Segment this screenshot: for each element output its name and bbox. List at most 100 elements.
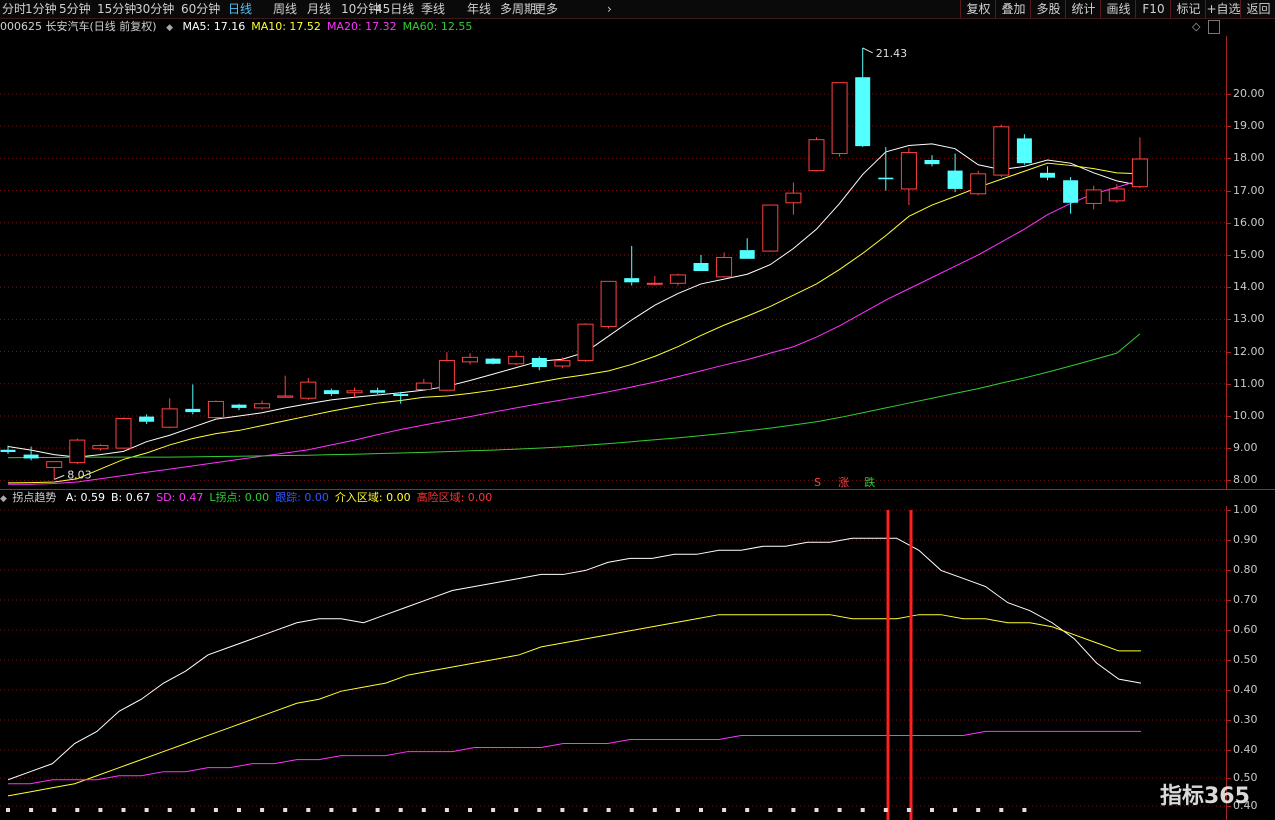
candle[interactable] [185,384,201,415]
toolbar-button-0[interactable]: 复权 [960,0,996,18]
tab-period-10[interactable]: 45日线 [375,1,414,17]
indicator-chart[interactable] [0,506,1226,820]
bottom-marker [190,808,195,812]
candle[interactable] [370,387,386,395]
collapse-icon[interactable]: ◆ [166,23,173,33]
more-chevron-icon[interactable]: › [607,1,612,17]
candle[interactable] [69,438,86,465]
candle[interactable] [115,417,132,449]
candle[interactable] [139,414,155,424]
toolbar-button-4[interactable]: 画线 [1100,0,1136,18]
candle[interactable] [485,357,501,365]
candle[interactable] [0,445,16,454]
signal-marker-sig_up: 涨 [838,476,849,489]
diamond-icon[interactable]: ◇ [1192,20,1200,33]
bottom-marker [375,808,380,812]
candle[interactable] [277,375,294,398]
candle[interactable] [577,323,594,362]
candle[interactable] [716,252,733,278]
candle[interactable] [855,47,871,148]
candle[interactable] [46,461,63,480]
ma-line-ma20 [8,179,1141,485]
candle[interactable] [1063,177,1079,214]
candle[interactable] [739,238,755,259]
indicator-collapse-icon[interactable]: ◆ [0,494,7,504]
candle[interactable] [669,273,686,286]
candle[interactable] [207,400,224,420]
candle[interactable] [831,82,848,157]
candle[interactable] [1131,137,1148,188]
toolbar-button-7[interactable]: +自选 [1205,0,1241,18]
candle[interactable] [900,148,917,206]
indicator-tick: 0.90 [1227,533,1258,546]
bottom-marker [883,808,888,812]
candle[interactable] [1108,184,1125,203]
candle[interactable] [970,170,987,196]
candle[interactable] [600,280,617,329]
indicator-tick: 0.30 [1227,713,1258,726]
candle[interactable] [993,124,1010,178]
legend-item-4: 跟踪: 0.00 [275,491,329,504]
bottom-marker [791,808,796,812]
candle[interactable] [323,388,339,396]
indicator-header: ◆ 拐点趋势 A: 0.59 B: 0.67 SD: 0.47 L拐点: 0.00 跟踪… [0,490,504,506]
candle[interactable] [808,137,825,172]
candle[interactable] [785,182,802,215]
candle[interactable] [554,357,571,369]
scroll-handle-icon[interactable] [1208,20,1220,34]
candle[interactable] [878,147,894,191]
candle[interactable] [947,153,963,193]
candle[interactable] [624,245,640,286]
toolbar-button-3[interactable]: 统计 [1065,0,1101,18]
candle[interactable] [924,155,940,167]
candle[interactable] [1016,134,1032,165]
candle[interactable] [1085,185,1102,210]
candle[interactable] [231,403,247,411]
candle[interactable] [92,444,109,451]
toolbar-button-1[interactable]: 叠加 [995,0,1031,18]
tab-period-8[interactable]: 月线 [307,1,331,17]
toolbar-button-8[interactable]: 返回 [1240,0,1275,18]
candle[interactable] [415,378,432,391]
legend-item-1: B: 0.67 [110,491,151,504]
tab-period-3[interactable]: 15分钟 [97,1,136,17]
candle[interactable] [300,377,317,400]
candle[interactable] [646,275,663,286]
signal-marker-sig_s: S [814,476,821,489]
bottom-marker [560,808,565,812]
bottom-marker [976,808,981,812]
tab-period-11[interactable]: 季线 [421,1,445,17]
candle[interactable] [693,254,709,272]
ma-line-ma10 [7,162,1140,484]
candle[interactable] [508,350,525,366]
tab-period-2[interactable]: 5分钟 [59,1,91,17]
tab-period-14[interactable]: 更多 [534,1,558,17]
tab-period-1[interactable]: 1分钟 [25,1,57,17]
bottom-marker [860,808,865,812]
candle[interactable] [254,400,271,410]
price-tick: 9.00 [1227,441,1258,455]
toolbar-button-5[interactable]: F10 [1135,0,1171,18]
legend-item-0: MA5: 17.16 [182,20,246,33]
tab-period-13[interactable]: 多周期 [500,1,536,17]
candle[interactable] [531,356,547,371]
tab-period-0[interactable]: 分时 [2,1,26,17]
candle[interactable] [762,204,779,252]
toolbar-button-2[interactable]: 多股 [1030,0,1066,18]
candle[interactable] [161,398,178,429]
candle[interactable] [346,387,363,398]
bottom-marker [699,808,703,812]
candle[interactable] [438,352,455,391]
tab-period-6[interactable]: 日线 [228,1,252,17]
tab-period-7[interactable]: 周线 [273,1,297,17]
candlestick-chart[interactable]: 21.43 8.03 S 涨 跌 [0,36,1226,490]
toolbar-button-6[interactable]: 标记 [1170,0,1206,18]
tab-period-12[interactable]: 年线 [467,1,491,17]
tab-period-4[interactable]: 30分钟 [135,1,174,17]
candle[interactable] [462,353,478,365]
tab-period-5[interactable]: 60分钟 [181,1,220,17]
indicator-tick: 0.70 [1227,593,1258,606]
bottom-marker [52,808,57,812]
bottom-marker [29,808,34,812]
candle[interactable] [1040,166,1055,181]
